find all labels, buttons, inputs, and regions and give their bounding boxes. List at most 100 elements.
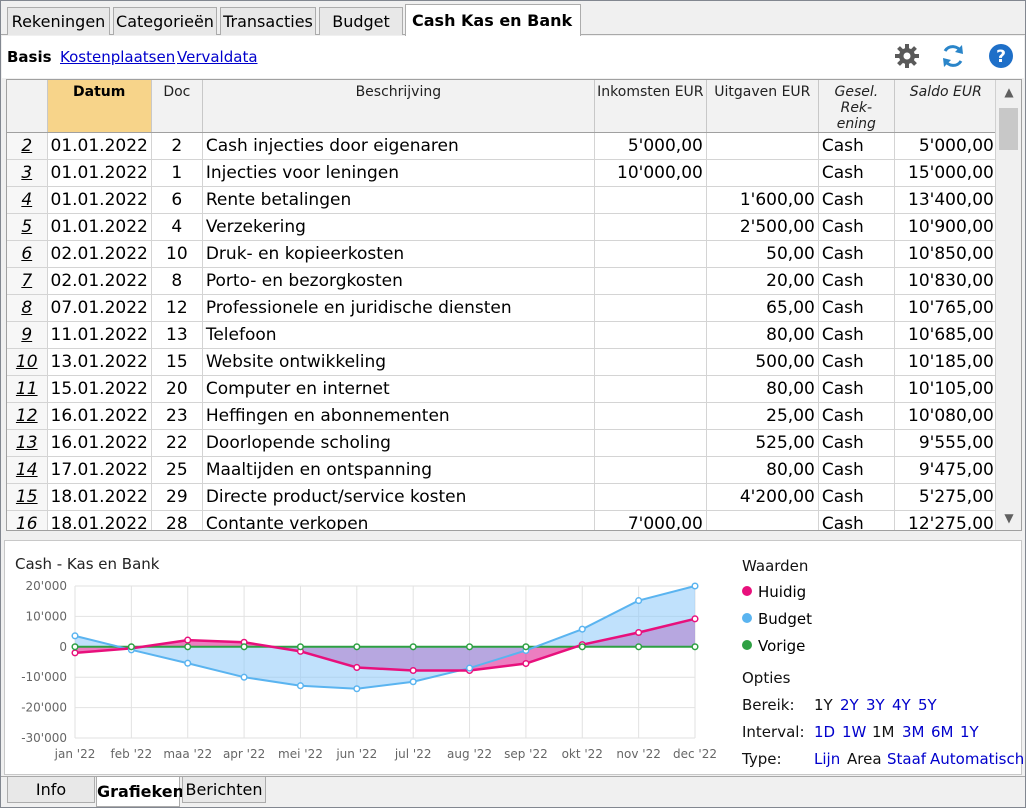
tab-info[interactable]: Info: [7, 777, 95, 803]
cell-beschrijving[interactable]: Contante verkopen: [202, 510, 595, 530]
cell-doc[interactable]: 4: [151, 213, 203, 241]
cell-gesel-rekening[interactable]: Cash: [818, 510, 895, 530]
cell-uitgaven[interactable]: 65,00: [706, 294, 819, 322]
cell-datum[interactable]: 01.01.2022: [47, 132, 152, 160]
cell-datum[interactable]: 18.01.2022: [47, 483, 152, 511]
row-number[interactable]: 12: [7, 402, 48, 430]
legend-item-huidig[interactable]: Huidig: [742, 583, 806, 603]
cell-saldo[interactable]: 9'555,00: [894, 429, 998, 457]
cell-gesel-rekening[interactable]: Cash: [818, 267, 895, 295]
tab-transacties[interactable]: Transacties: [220, 7, 316, 35]
cell-inkomsten[interactable]: [594, 375, 707, 403]
cell-datum[interactable]: 07.01.2022: [47, 294, 152, 322]
cell-saldo[interactable]: 13'400,00: [894, 186, 998, 214]
interval-option-1w[interactable]: 1W: [842, 723, 866, 741]
scroll-up-icon[interactable]: ▲: [996, 80, 1021, 104]
cell-doc[interactable]: 13: [151, 321, 203, 349]
scroll-down-icon[interactable]: ▼: [996, 506, 1021, 530]
table-row[interactable]: 11 15.01.2022 20 Computer en internet 80,00 C…: [7, 375, 998, 403]
table-row[interactable]: 13 16.01.2022 22 Doorlopende scholing 525,00…: [7, 429, 998, 457]
column-header-doc[interactable]: Doc: [151, 80, 203, 133]
cell-doc[interactable]: 10: [151, 240, 203, 268]
cell-doc[interactable]: 1: [151, 159, 203, 187]
cell-doc[interactable]: 23: [151, 402, 203, 430]
row-number[interactable]: 5: [7, 213, 48, 241]
cell-gesel-rekening[interactable]: Cash: [818, 159, 895, 187]
cell-uitgaven[interactable]: 20,00: [706, 267, 819, 295]
cell-doc[interactable]: 15: [151, 348, 203, 376]
cell-beschrijving[interactable]: Cash injecties door eigenaren: [202, 132, 595, 160]
bereik-option-1y[interactable]: 1Y: [814, 696, 833, 714]
column-header-uitgaven[interactable]: Uitgaven EUR: [706, 80, 819, 133]
cell-uitgaven[interactable]: 50,00: [706, 240, 819, 268]
interval-option-1y[interactable]: 1Y: [960, 723, 979, 741]
row-number[interactable]: 10: [7, 348, 48, 376]
cell-saldo[interactable]: 10'685,00: [894, 321, 998, 349]
table-row[interactable]: 2 01.01.2022 2 Cash injecties door eigenare…: [7, 132, 998, 160]
cell-uitgaven[interactable]: 80,00: [706, 321, 819, 349]
cell-saldo[interactable]: 10'765,00: [894, 294, 998, 322]
tab-grafieken[interactable]: Grafieken: [96, 777, 184, 807]
cell-uitgaven[interactable]: 25,00: [706, 402, 819, 430]
cell-beschrijving[interactable]: Heffingen en abonnementen: [202, 402, 595, 430]
legend-item-vorige[interactable]: Vorige: [742, 637, 805, 657]
cell-gesel-rekening[interactable]: Cash: [818, 375, 895, 403]
column-header-datum[interactable]: Datum: [47, 80, 152, 133]
cell-gesel-rekening[interactable]: Cash: [818, 132, 895, 160]
cell-beschrijving[interactable]: Porto- en bezorgkosten: [202, 267, 595, 295]
cell-datum[interactable]: 16.01.2022: [47, 429, 152, 457]
tab-cash-kas-en-bank[interactable]: Cash Kas en Bank✕: [405, 4, 581, 59]
row-number[interactable]: 11: [7, 375, 48, 403]
cell-doc[interactable]: 29: [151, 483, 203, 511]
view-basis[interactable]: Basis: [7, 48, 52, 66]
cell-datum[interactable]: 17.01.2022: [47, 456, 152, 484]
row-number[interactable]: 9: [7, 321, 48, 349]
gear-icon[interactable]: [893, 42, 921, 70]
help-icon[interactable]: ?: [987, 42, 1015, 70]
type-option-area[interactable]: Area: [847, 750, 882, 768]
type-option-staaf[interactable]: Staaf: [887, 750, 926, 768]
cell-saldo[interactable]: 5'000,00: [894, 132, 998, 160]
table-row[interactable]: 12 16.01.2022 23 Heffingen en abonnementen 2…: [7, 402, 998, 430]
table-row[interactable]: 16 18.01.2022 28 Contante verkopen 7'000,00 C…: [7, 510, 998, 530]
cell-gesel-rekening[interactable]: Cash: [818, 213, 895, 241]
row-number[interactable]: 4: [7, 186, 48, 214]
cell-inkomsten[interactable]: [594, 294, 707, 322]
cell-datum[interactable]: 11.01.2022: [47, 321, 152, 349]
cell-uitgaven[interactable]: 80,00: [706, 456, 819, 484]
vertical-scrollbar[interactable]: ▲ ▼: [995, 80, 1021, 530]
cell-uitgaven[interactable]: 80,00: [706, 375, 819, 403]
cell-saldo[interactable]: 10'830,00: [894, 267, 998, 295]
table-row[interactable]: 7 02.01.2022 8 Porto- en bezorgkosten 20,00 C…: [7, 267, 998, 295]
cell-datum[interactable]: 02.01.2022: [47, 267, 152, 295]
row-number[interactable]: 2: [7, 132, 48, 160]
view-vervaldata-link[interactable]: Vervaldata: [177, 48, 258, 66]
cell-uitgaven[interactable]: [706, 132, 819, 160]
column-header-gesel-rekening[interactable]: Gesel. Rek-ening: [818, 80, 895, 133]
cell-uitgaven[interactable]: 500,00: [706, 348, 819, 376]
cell-saldo[interactable]: 10'105,00: [894, 375, 998, 403]
cell-uitgaven[interactable]: [706, 159, 819, 187]
cell-inkomsten[interactable]: 7'000,00: [594, 510, 707, 530]
table-row[interactable]: 10 13.01.2022 15 Website ontwikkeling 500,00…: [7, 348, 998, 376]
row-number[interactable]: 7: [7, 267, 48, 295]
cell-beschrijving[interactable]: Druk- en kopieerkosten: [202, 240, 595, 268]
cell-doc[interactable]: 25: [151, 456, 203, 484]
cell-beschrijving[interactable]: Maaltijden en ontspanning: [202, 456, 595, 484]
cell-doc[interactable]: 22: [151, 429, 203, 457]
cell-beschrijving[interactable]: Verzekering: [202, 213, 595, 241]
cell-inkomsten[interactable]: [594, 429, 707, 457]
cell-doc[interactable]: 28: [151, 510, 203, 530]
table-row[interactable]: 6 02.01.2022 10 Druk- en kopieerkosten 50,00…: [7, 240, 998, 268]
cell-gesel-rekening[interactable]: Cash: [818, 240, 895, 268]
cell-gesel-rekening[interactable]: Cash: [818, 402, 895, 430]
row-number[interactable]: 13: [7, 429, 48, 457]
tab-berichten[interactable]: Berichten: [182, 777, 266, 803]
column-header-beschrijving[interactable]: Beschrijving: [202, 80, 595, 133]
cell-gesel-rekening[interactable]: Cash: [818, 186, 895, 214]
cell-datum[interactable]: 01.01.2022: [47, 213, 152, 241]
cell-inkomsten[interactable]: 5'000,00: [594, 132, 707, 160]
table-row[interactable]: 9 11.01.2022 13 Telefoon 80,00 Cash 10'685,00: [7, 321, 998, 349]
row-number[interactable]: 16: [7, 510, 48, 530]
cell-gesel-rekening[interactable]: Cash: [818, 321, 895, 349]
